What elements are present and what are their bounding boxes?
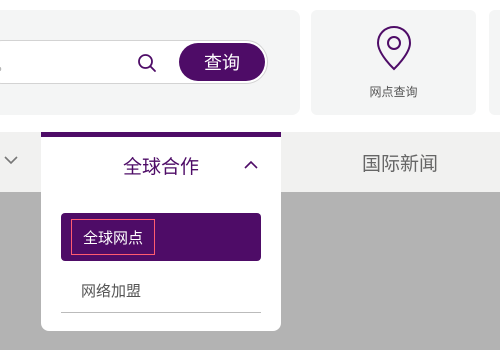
chevron-up-icon (244, 160, 258, 169)
search-icon[interactable] (136, 52, 158, 74)
dropdown-item-network-franchise[interactable]: 网络加盟 (81, 280, 141, 301)
dropdown-item-label: 全球网点 (71, 219, 155, 255)
query-button[interactable]: 查询 (179, 43, 265, 81)
nav-item-international-news[interactable]: 国际新闻 (330, 149, 470, 176)
chevron-down-icon[interactable] (3, 153, 19, 167)
nav-item-global-cooperation[interactable]: 全球合作 (41, 132, 281, 192)
dropdown-item-global-outlets[interactable]: 全球网点 (61, 213, 261, 261)
search-placeholder: 询。 (0, 54, 11, 75)
outlet-search-label: 网点查询 (369, 85, 418, 99)
location-pin-icon (376, 25, 412, 71)
outlet-search-card[interactable]: 网点查询 (311, 10, 476, 115)
side-card-edge (489, 10, 500, 115)
dropdown-divider (61, 312, 261, 313)
dropdown-menu: 全球网点 网络加盟 (41, 192, 281, 331)
